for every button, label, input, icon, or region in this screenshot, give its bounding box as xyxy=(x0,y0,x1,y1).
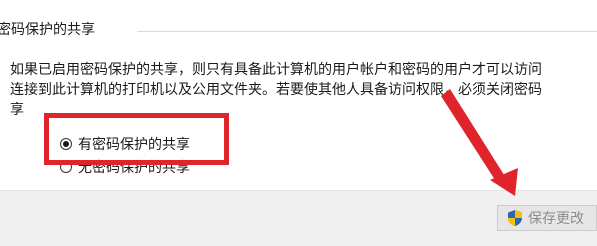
description-text: 如果已启用密码保护的共享，则只有具备此计算机的用户帐户和密码的用户才可以访问 连… xyxy=(10,60,597,120)
description-line: 如果已启用密码保护的共享，则只有具备此计算机的用户帐户和密码的用户才可以访问 xyxy=(10,62,542,78)
uac-shield-icon xyxy=(508,210,522,226)
description-line: 连接到此计算机的打印机以及公用文件夹。若要使其他人具备访问权限，必须关闭密码 xyxy=(10,82,542,98)
section-title: 密码保护的共享 xyxy=(0,22,95,38)
annotation-highlight-box xyxy=(44,113,229,165)
sharing-settings-panel: 密码保护的共享 如果已启用密码保护的共享，则只有具备此计算机的用户帐户和密码的用… xyxy=(0,0,597,190)
save-changes-button[interactable]: 保存更改 xyxy=(497,205,597,231)
section-divider xyxy=(137,31,597,32)
save-button-label: 保存更改 xyxy=(528,211,584,227)
